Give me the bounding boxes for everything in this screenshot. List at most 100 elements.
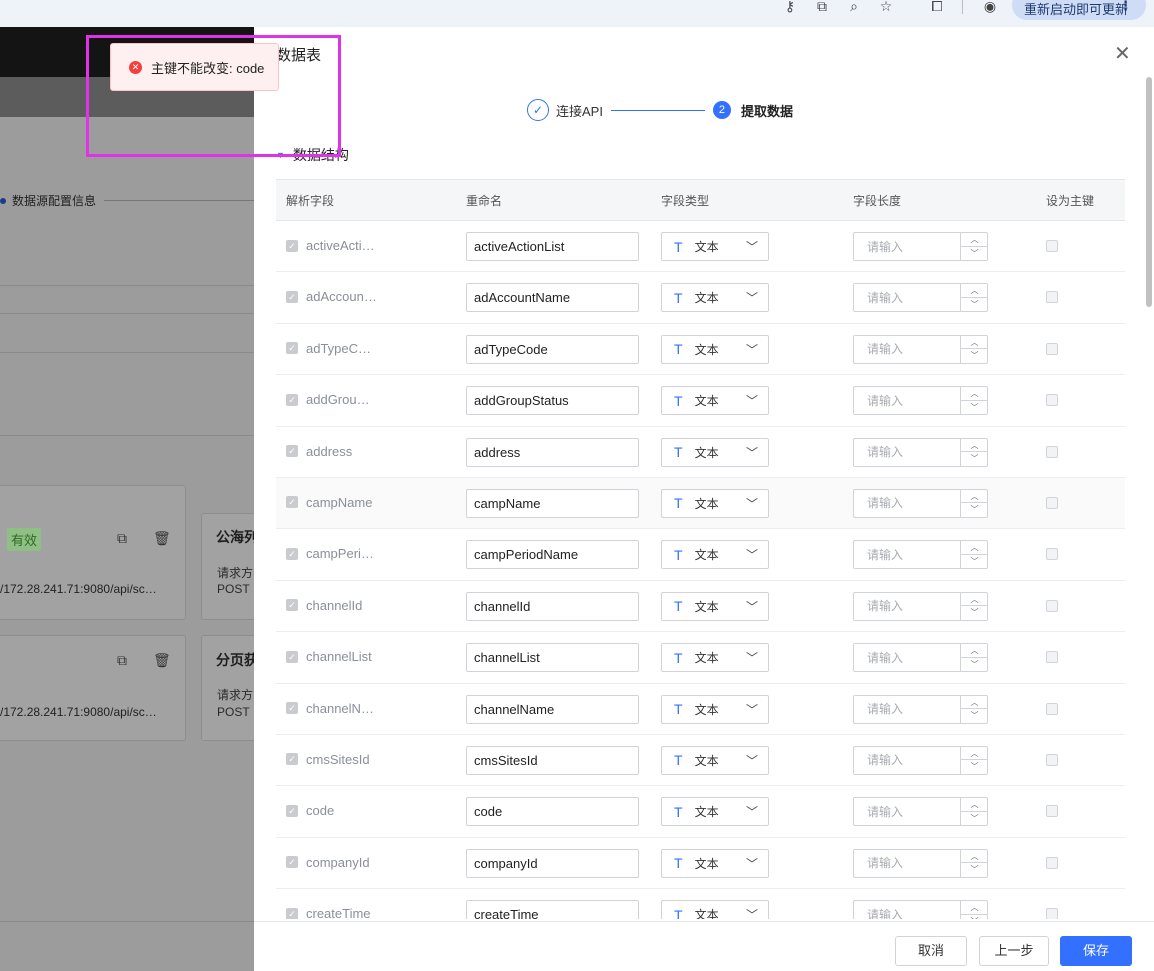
primary-key-checkbox[interactable] (1046, 342, 1058, 355)
more-vertical-icon[interactable]: ⋮ (1119, 0, 1132, 14)
field-checkbox[interactable]: ✓ (286, 599, 298, 612)
chevron-up-icon[interactable]: ︿ (961, 336, 988, 350)
rename-input[interactable] (466, 437, 639, 467)
rename-input[interactable] (466, 848, 639, 878)
field-checkbox[interactable]: ✓ (286, 702, 298, 715)
length-stepper[interactable]: ︿ ﹀ (853, 848, 988, 878)
field-checkbox[interactable]: ✓ (286, 650, 298, 663)
chevron-up-icon[interactable]: ︿ (961, 798, 988, 812)
rename-input[interactable] (466, 643, 639, 673)
chevron-up-icon[interactable]: ︿ (961, 490, 988, 504)
rename-input[interactable] (466, 540, 639, 570)
copy-icon[interactable]: ⧉ (117, 530, 127, 547)
rename-input[interactable] (466, 745, 639, 775)
rename-input[interactable] (466, 386, 639, 416)
trash-icon[interactable]: 🗑 (153, 530, 171, 547)
field-checkbox[interactable]: ✓ (286, 445, 298, 458)
cancel-button[interactable]: 取消 (895, 936, 967, 966)
update-button[interactable]: 重新启动即可更新 ⋮ (1012, 0, 1146, 20)
field-type-select[interactable]: T 文本 ﹀ (661, 386, 769, 416)
chevron-down-icon[interactable]: ﹀ (961, 503, 988, 517)
rename-input[interactable] (466, 283, 639, 313)
length-stepper[interactable]: ︿ ﹀ (853, 334, 988, 364)
bookmark-star-icon[interactable]: ☆ (876, 0, 896, 14)
length-stepper[interactable]: ︿ ﹀ (853, 900, 988, 919)
scrollbar[interactable] (1146, 77, 1152, 307)
field-checkbox[interactable]: ✓ (286, 496, 298, 509)
rename-input[interactable] (466, 488, 639, 518)
length-input[interactable] (854, 592, 959, 620)
chevron-up-icon[interactable]: ︿ (961, 747, 988, 761)
primary-key-checkbox[interactable] (1046, 856, 1058, 869)
primary-key-checkbox[interactable] (1046, 548, 1058, 561)
chevron-up-icon[interactable]: ︿ (961, 644, 988, 658)
primary-key-checkbox[interactable] (1046, 291, 1058, 304)
field-type-select[interactable]: T 文本 ﹀ (661, 437, 769, 467)
api-card[interactable] (0, 485, 186, 620)
length-input[interactable] (854, 387, 959, 415)
field-type-select[interactable]: T 文本 ﹀ (661, 540, 769, 570)
rename-input[interactable] (466, 900, 639, 919)
field-type-select[interactable]: T 文本 ﹀ (661, 334, 769, 364)
length-input[interactable] (854, 798, 959, 826)
primary-key-checkbox[interactable] (1046, 394, 1058, 407)
field-checkbox[interactable]: ✓ (286, 342, 298, 355)
length-stepper[interactable]: ︿ ﹀ (853, 694, 988, 724)
length-input[interactable] (854, 438, 959, 466)
chevron-up-icon[interactable]: ︿ (961, 387, 988, 401)
length-stepper[interactable]: ︿ ﹀ (853, 643, 988, 673)
field-checkbox[interactable]: ✓ (286, 856, 298, 869)
profile-icon[interactable]: ◉ (980, 0, 1000, 14)
chevron-down-icon[interactable]: ﹀ (961, 298, 988, 312)
length-input[interactable] (854, 284, 959, 312)
length-input[interactable] (854, 233, 959, 260)
chevron-up-icon[interactable]: ︿ (961, 696, 988, 710)
chevron-up-icon[interactable]: ︿ (961, 439, 988, 453)
save-button[interactable]: 保存 (1060, 936, 1132, 966)
chevron-down-icon[interactable]: ﹀ (961, 606, 988, 620)
close-icon[interactable]: ✕ (1114, 41, 1131, 66)
primary-key-checkbox[interactable] (1046, 599, 1058, 612)
chevron-down-icon[interactable]: ﹀ (961, 812, 988, 826)
length-stepper[interactable]: ︿ ﹀ (853, 591, 988, 621)
rename-input[interactable] (466, 334, 639, 364)
section-toggle[interactable]: ▼ 数据结构 (276, 145, 349, 165)
chevron-up-icon[interactable]: ︿ (961, 593, 988, 607)
primary-key-checkbox[interactable] (1046, 445, 1058, 458)
chevron-up-icon[interactable]: ︿ (961, 901, 988, 915)
primary-key-checkbox[interactable] (1046, 651, 1058, 664)
length-stepper[interactable]: ︿ ﹀ (853, 745, 988, 775)
length-input[interactable] (854, 901, 959, 919)
primary-key-checkbox[interactable] (1046, 240, 1058, 252)
primary-key-checkbox[interactable] (1046, 805, 1058, 818)
length-input[interactable] (854, 541, 959, 569)
chevron-down-icon[interactable]: ﹀ (961, 349, 988, 363)
chevron-up-icon[interactable]: ︿ (961, 850, 988, 864)
length-input[interactable] (854, 849, 959, 877)
field-type-select[interactable]: T 文本 ﹀ (661, 488, 769, 518)
field-checkbox[interactable]: ✓ (286, 393, 298, 406)
field-checkbox[interactable]: ✓ (286, 804, 298, 817)
field-checkbox[interactable]: ✓ (286, 547, 298, 560)
chevron-down-icon[interactable]: ﹀ (961, 863, 988, 877)
field-checkbox[interactable]: ✓ (286, 239, 298, 252)
prev-step-button[interactable]: 上一步 (979, 936, 1049, 966)
length-stepper[interactable]: ︿ ﹀ (853, 488, 988, 518)
length-input[interactable] (854, 695, 959, 723)
password-key-icon[interactable]: ⚷ (780, 0, 800, 14)
length-stepper[interactable]: ︿ ﹀ (853, 386, 988, 416)
trash-icon[interactable]: 🗑 (153, 652, 171, 669)
chevron-up-icon[interactable]: ︿ (961, 284, 988, 298)
rename-input[interactable] (466, 232, 639, 261)
field-type-select[interactable]: T 文本 ﹀ (661, 900, 769, 919)
translate-icon[interactable]: ⧉ (812, 0, 832, 14)
field-type-select[interactable]: T 文本 ﹀ (661, 797, 769, 827)
field-type-select[interactable]: T 文本 ﹀ (661, 643, 769, 673)
field-type-select[interactable]: T 文本 ﹀ (661, 232, 769, 261)
chevron-up-icon[interactable]: ︿ (961, 541, 988, 555)
chevron-down-icon[interactable]: ﹀ (961, 709, 988, 723)
rename-input[interactable] (466, 694, 639, 724)
length-input[interactable] (854, 644, 959, 672)
length-input[interactable] (854, 489, 959, 517)
chevron-down-icon[interactable]: ﹀ (961, 247, 988, 261)
